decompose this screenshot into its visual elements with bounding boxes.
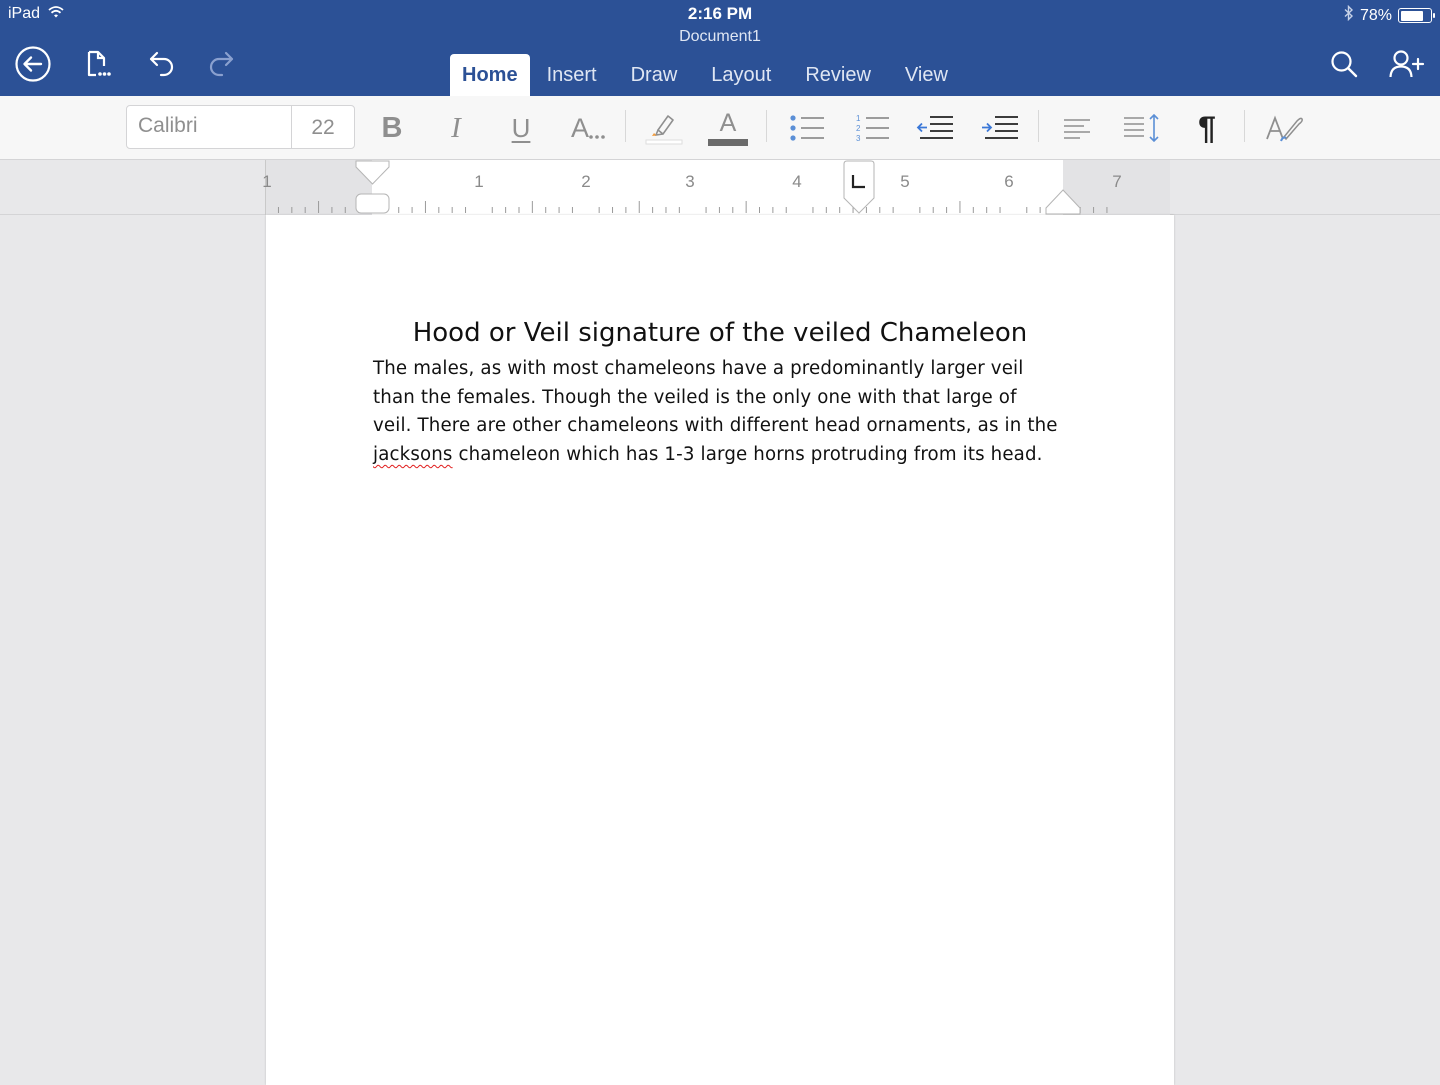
ruler-number: 3: [685, 172, 695, 191]
font-effects-icon: A: [570, 112, 589, 143]
document-page[interactable]: Hood or Veil signature of the veiled Cha…: [266, 215, 1174, 1085]
ruler-number: 2: [581, 172, 591, 191]
svg-text:1: 1: [856, 114, 861, 123]
font-picker[interactable]: Calibri 22: [126, 105, 355, 149]
align-left-icon: [1064, 119, 1090, 139]
italic-icon: I: [451, 111, 461, 144]
body-text: The males, as with most chameleons have …: [373, 358, 1058, 437]
highlighter-icon: [645, 115, 683, 145]
ruler-area: 1 1 2 3 4 5 6 7: [0, 160, 1440, 215]
undo-icon[interactable]: [140, 44, 180, 84]
styles-button[interactable]: [1262, 108, 1306, 148]
right-indent-marker[interactable]: [1044, 186, 1082, 216]
battery-percent: 78%: [1359, 6, 1392, 24]
share-person-icon[interactable]: [1387, 44, 1427, 84]
increase-indent-icon: [982, 116, 1018, 139]
home-ribbon: Calibri 22 B I U A A 123 ¶: [0, 96, 1440, 160]
ruler-number: 1: [474, 172, 484, 191]
ribbon-divider: [1244, 110, 1245, 142]
bullet-list-icon: [790, 115, 824, 141]
font-name-field[interactable]: Calibri: [127, 106, 292, 148]
ribbon-tabs: Home Insert Draw Layout Review View: [450, 54, 965, 96]
tab-stop-marker[interactable]: [841, 160, 877, 215]
battery-level: [1400, 10, 1424, 21]
pilcrow-icon: ¶: [1198, 109, 1216, 146]
highlight-button[interactable]: [642, 108, 686, 148]
tab-home[interactable]: Home: [450, 54, 530, 96]
status-time: 2:16 PM: [687, 4, 753, 23]
styles-brush-icon: [1266, 115, 1303, 142]
title-bar: iPad 2:16 PM Document1 78% Home Insert D…: [0, 0, 1440, 96]
more-dots-icon: [589, 135, 605, 139]
bold-button[interactable]: B: [370, 108, 414, 148]
misspelled-word[interactable]: jacksons: [373, 444, 453, 465]
font-size-field[interactable]: 22: [292, 106, 354, 148]
ruler-number: 5: [900, 172, 910, 191]
tab-view[interactable]: View: [888, 54, 965, 96]
search-icon[interactable]: [1324, 44, 1364, 84]
tab-insert[interactable]: Insert: [530, 54, 614, 96]
bullets-button[interactable]: [785, 108, 829, 148]
ribbon-divider: [1038, 110, 1039, 142]
ruler-number: 6: [1004, 172, 1014, 191]
ruler-number: 1: [262, 172, 272, 191]
line-spacing-button[interactable]: [1120, 108, 1164, 148]
tab-layout[interactable]: Layout: [694, 54, 788, 96]
back-icon[interactable]: [13, 44, 53, 84]
tab-draw[interactable]: Draw: [614, 54, 695, 96]
bluetooth-icon: [1344, 4, 1354, 26]
ruler-number: 4: [792, 172, 802, 191]
tab-review[interactable]: Review: [788, 54, 888, 96]
font-color-button[interactable]: A: [706, 108, 750, 148]
decrease-indent-icon: [916, 116, 953, 139]
document-heading[interactable]: Hood or Veil signature of the veiled Cha…: [266, 318, 1174, 348]
font-color-swatch: [708, 138, 748, 146]
underline-button[interactable]: U: [499, 108, 543, 148]
underline-icon: U: [511, 112, 531, 143]
line-spacing-icon: [1124, 113, 1159, 143]
document-body[interactable]: The males, as with most chameleons have …: [373, 355, 1058, 470]
redo-icon[interactable]: [203, 44, 243, 84]
status-right: 78%: [1344, 4, 1435, 26]
battery-icon: [1398, 8, 1435, 23]
ribbon-divider: [766, 110, 767, 142]
body-text: chameleon which has 1-3 large horns prot…: [452, 444, 1043, 466]
ribbon-divider: [625, 110, 626, 142]
ruler-ticks: [277, 201, 1108, 213]
italic-button[interactable]: I: [434, 108, 478, 148]
svg-text:2: 2: [856, 124, 861, 133]
numbering-button[interactable]: 123: [850, 108, 894, 148]
font-effects-button[interactable]: A: [564, 108, 612, 148]
svg-text:3: 3: [856, 134, 861, 143]
ruler[interactable]: 1 1 2 3 4 5 6 7: [262, 160, 1170, 216]
bold-icon: B: [381, 111, 403, 144]
increase-indent-button[interactable]: [978, 108, 1022, 148]
indent-marker[interactable]: [354, 160, 392, 215]
align-left-button[interactable]: [1055, 108, 1099, 148]
file-icon[interactable]: [76, 44, 116, 84]
numbered-list-icon: 123: [856, 114, 889, 143]
ruler-number: 7: [1112, 172, 1122, 191]
show-formatting-button[interactable]: ¶: [1185, 108, 1229, 148]
decrease-indent-button[interactable]: [913, 108, 957, 148]
font-color-icon: A: [719, 108, 737, 137]
